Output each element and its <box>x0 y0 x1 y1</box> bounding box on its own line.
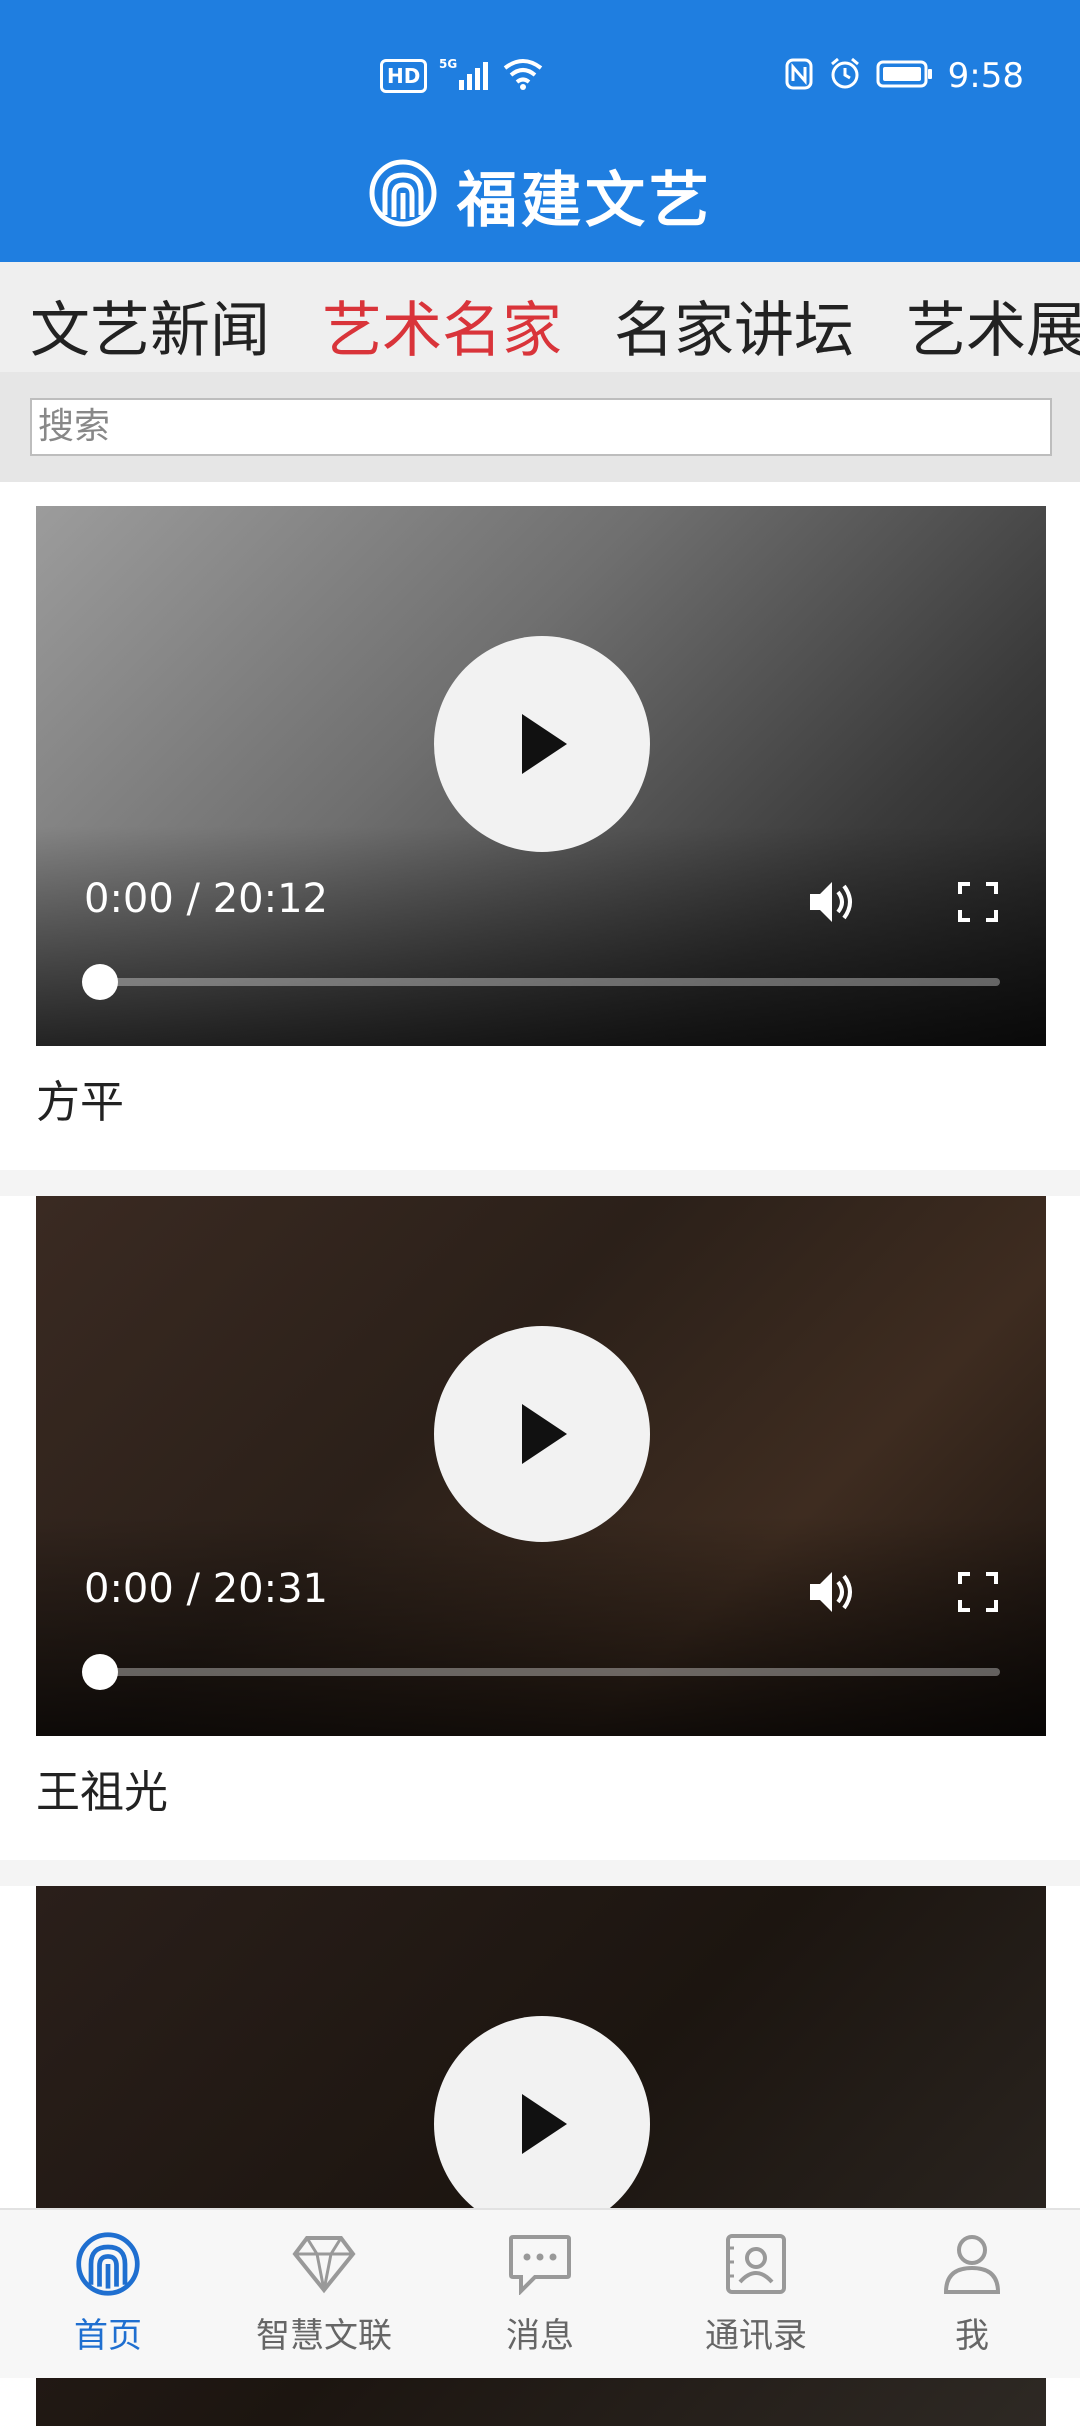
nav-home[interactable]: 首页 <box>0 2228 216 2357</box>
person-icon <box>864 2228 1080 2300</box>
app-header: 福建文艺 <box>0 150 1080 240</box>
tab-wenyi-news[interactable]: 文艺新闻 <box>30 282 270 369</box>
app-logo-icon <box>367 157 439 233</box>
diamond-icon <box>216 2228 432 2300</box>
chat-bubble-icon <box>432 2228 648 2300</box>
tab-art-masters[interactable]: 艺术名家 <box>322 282 562 369</box>
alarm-icon <box>828 57 862 95</box>
progress-track[interactable] <box>100 978 1000 986</box>
video-caption[interactable]: 方平 <box>36 1066 124 1130</box>
progress-knob[interactable] <box>82 1654 118 1690</box>
progress-knob[interactable] <box>82 964 118 1000</box>
fullscreen-icon[interactable] <box>956 880 1000 928</box>
tab-masters-forum[interactable]: 名家讲坛 <box>614 282 854 369</box>
nav-contacts[interactable]: 通讯录 <box>648 2228 864 2357</box>
nfc-icon <box>784 57 814 95</box>
signal-icon: 5G <box>439 56 491 96</box>
video-caption[interactable]: 王祖光 <box>36 1756 168 1820</box>
nav-label: 消息 <box>506 2316 574 2356</box>
play-button[interactable] <box>434 636 650 852</box>
bottom-nav: 首页 智慧文联 消息 通讯录 我 <box>0 2208 1080 2378</box>
nav-smart-wenlian[interactable]: 智慧文联 <box>216 2228 432 2357</box>
volume-icon[interactable] <box>806 1568 858 1620</box>
contact-card-icon <box>648 2228 864 2300</box>
play-button[interactable] <box>434 2016 650 2232</box>
category-tabs: 文艺新闻 艺术名家 名家讲坛 艺术展 <box>0 262 1080 372</box>
search-input[interactable]: 搜索 <box>30 398 1052 456</box>
play-icon <box>522 2094 567 2154</box>
clock: 9:58 <box>947 56 1024 96</box>
play-icon <box>522 1404 567 1464</box>
fullscreen-icon[interactable] <box>956 1570 1000 1618</box>
divider <box>0 1860 1080 1886</box>
status-bar: HD 5G 9:58 <box>0 48 1080 112</box>
svg-text:5G: 5G <box>439 57 457 71</box>
battery-icon <box>876 59 934 93</box>
nav-me[interactable]: 我 <box>864 2228 1080 2357</box>
hd-badge: HD <box>380 59 428 93</box>
app-title: 福建文艺 <box>457 165 713 236</box>
video-player[interactable]: 0:00 / 20:12 <box>36 506 1046 1046</box>
search-bar: 搜索 <box>0 372 1080 482</box>
home-logo-icon <box>0 2228 216 2300</box>
divider <box>0 1170 1080 1196</box>
nav-label: 通讯录 <box>705 2316 807 2356</box>
nav-label: 我 <box>955 2316 989 2356</box>
tab-art-exhibition[interactable]: 艺术展 <box>906 282 1080 369</box>
video-time: 0:00 / 20:31 <box>84 1566 329 1612</box>
play-icon <box>522 714 567 774</box>
nav-messages[interactable]: 消息 <box>432 2228 648 2357</box>
nav-label: 智慧文联 <box>256 2316 392 2356</box>
progress-track[interactable] <box>100 1668 1000 1676</box>
top-bar: HD 5G 9:58 福建文艺 <box>0 0 1080 262</box>
volume-icon[interactable] <box>806 878 858 930</box>
wifi-icon <box>503 58 543 94</box>
video-player[interactable]: 0:00 / 20:31 <box>36 1196 1046 1736</box>
video-time: 0:00 / 20:12 <box>84 876 329 922</box>
play-button[interactable] <box>434 1326 650 1542</box>
nav-label: 首页 <box>74 2316 142 2356</box>
